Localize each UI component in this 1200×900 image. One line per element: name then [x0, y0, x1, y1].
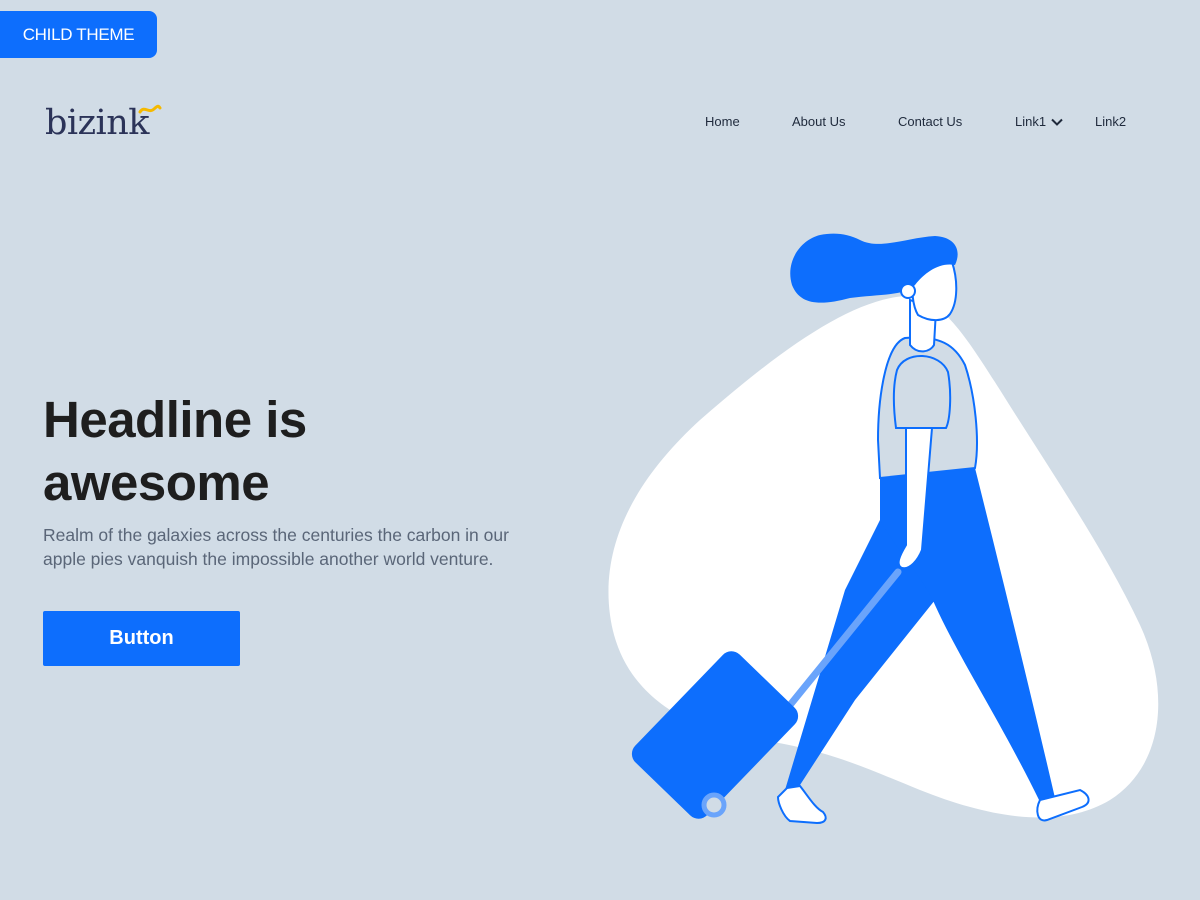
back-foot — [776, 784, 827, 825]
ear — [900, 283, 916, 299]
sleeve — [892, 355, 952, 429]
suitcase-wheel — [701, 792, 727, 818]
traveler-illustration — [608, 233, 1159, 825]
